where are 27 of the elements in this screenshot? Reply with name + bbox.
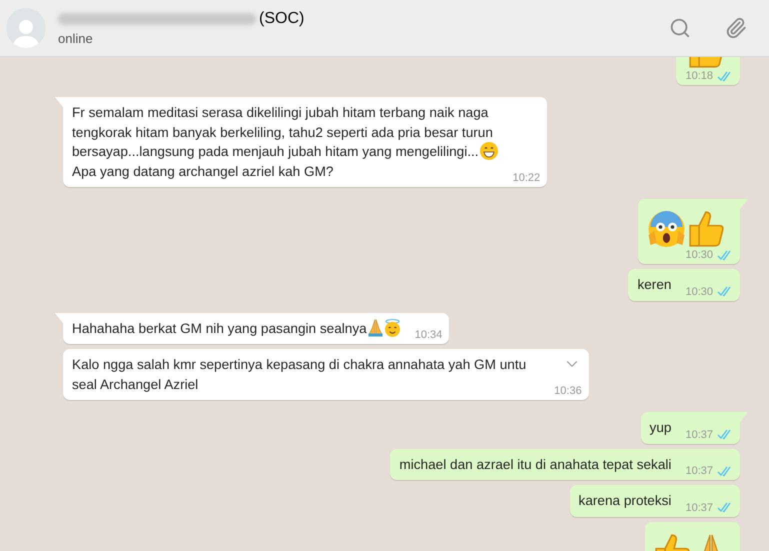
message-text: Fr semalam meditasi serasa dikelilingi jubah hitam terbang naik naga: [72, 105, 488, 120]
message-time: 10:36: [554, 385, 582, 397]
contact-name: (SOC): [259, 10, 304, 28]
grinning-face-icon: [480, 142, 498, 160]
message-text: yup: [650, 420, 672, 435]
contact-status: online: [58, 31, 94, 46]
message-text: Kalo ngga salah kmr sepertinya kepasang di chakra annahata yah GM untu: [72, 357, 526, 372]
thumbs-up-icon: [689, 211, 726, 247]
folded-hands-icon: [368, 318, 383, 336]
message-time: 10:37: [685, 428, 713, 440]
message-time: 10:37: [685, 465, 713, 477]
message-text: Apa yang datang archangel azriel kah GM?: [72, 164, 334, 178]
message-text: seal Archangel Azriel: [72, 376, 198, 392]
message-text: tengkorak hitam banyak berkeliling, tahu2 seperti ada pria besar turun: [72, 124, 493, 140]
screaming-face-icon: [648, 211, 685, 247]
message-time: 10:30: [685, 286, 713, 298]
message-text: Hahahaha berkat GM nih yang pasangin sealnya: [72, 320, 367, 336]
message-text: michael dan azrael itu di anahata tepat sekali: [399, 456, 672, 472]
message-text: karena proteksi: [578, 493, 672, 508]
message-time: 10:37: [685, 502, 713, 514]
smiling-face-with-halo-icon: [384, 318, 400, 336]
message-text: bersayap...langsung pada menjauh jubah hitam yang mengelilingi...: [72, 144, 479, 159]
message-time: 10:30: [685, 249, 713, 261]
message-time: 10:34: [414, 329, 442, 341]
message-time: 10:22: [512, 172, 540, 184]
message-text: keren: [637, 277, 672, 292]
message-time: 10:18: [685, 70, 713, 82]
